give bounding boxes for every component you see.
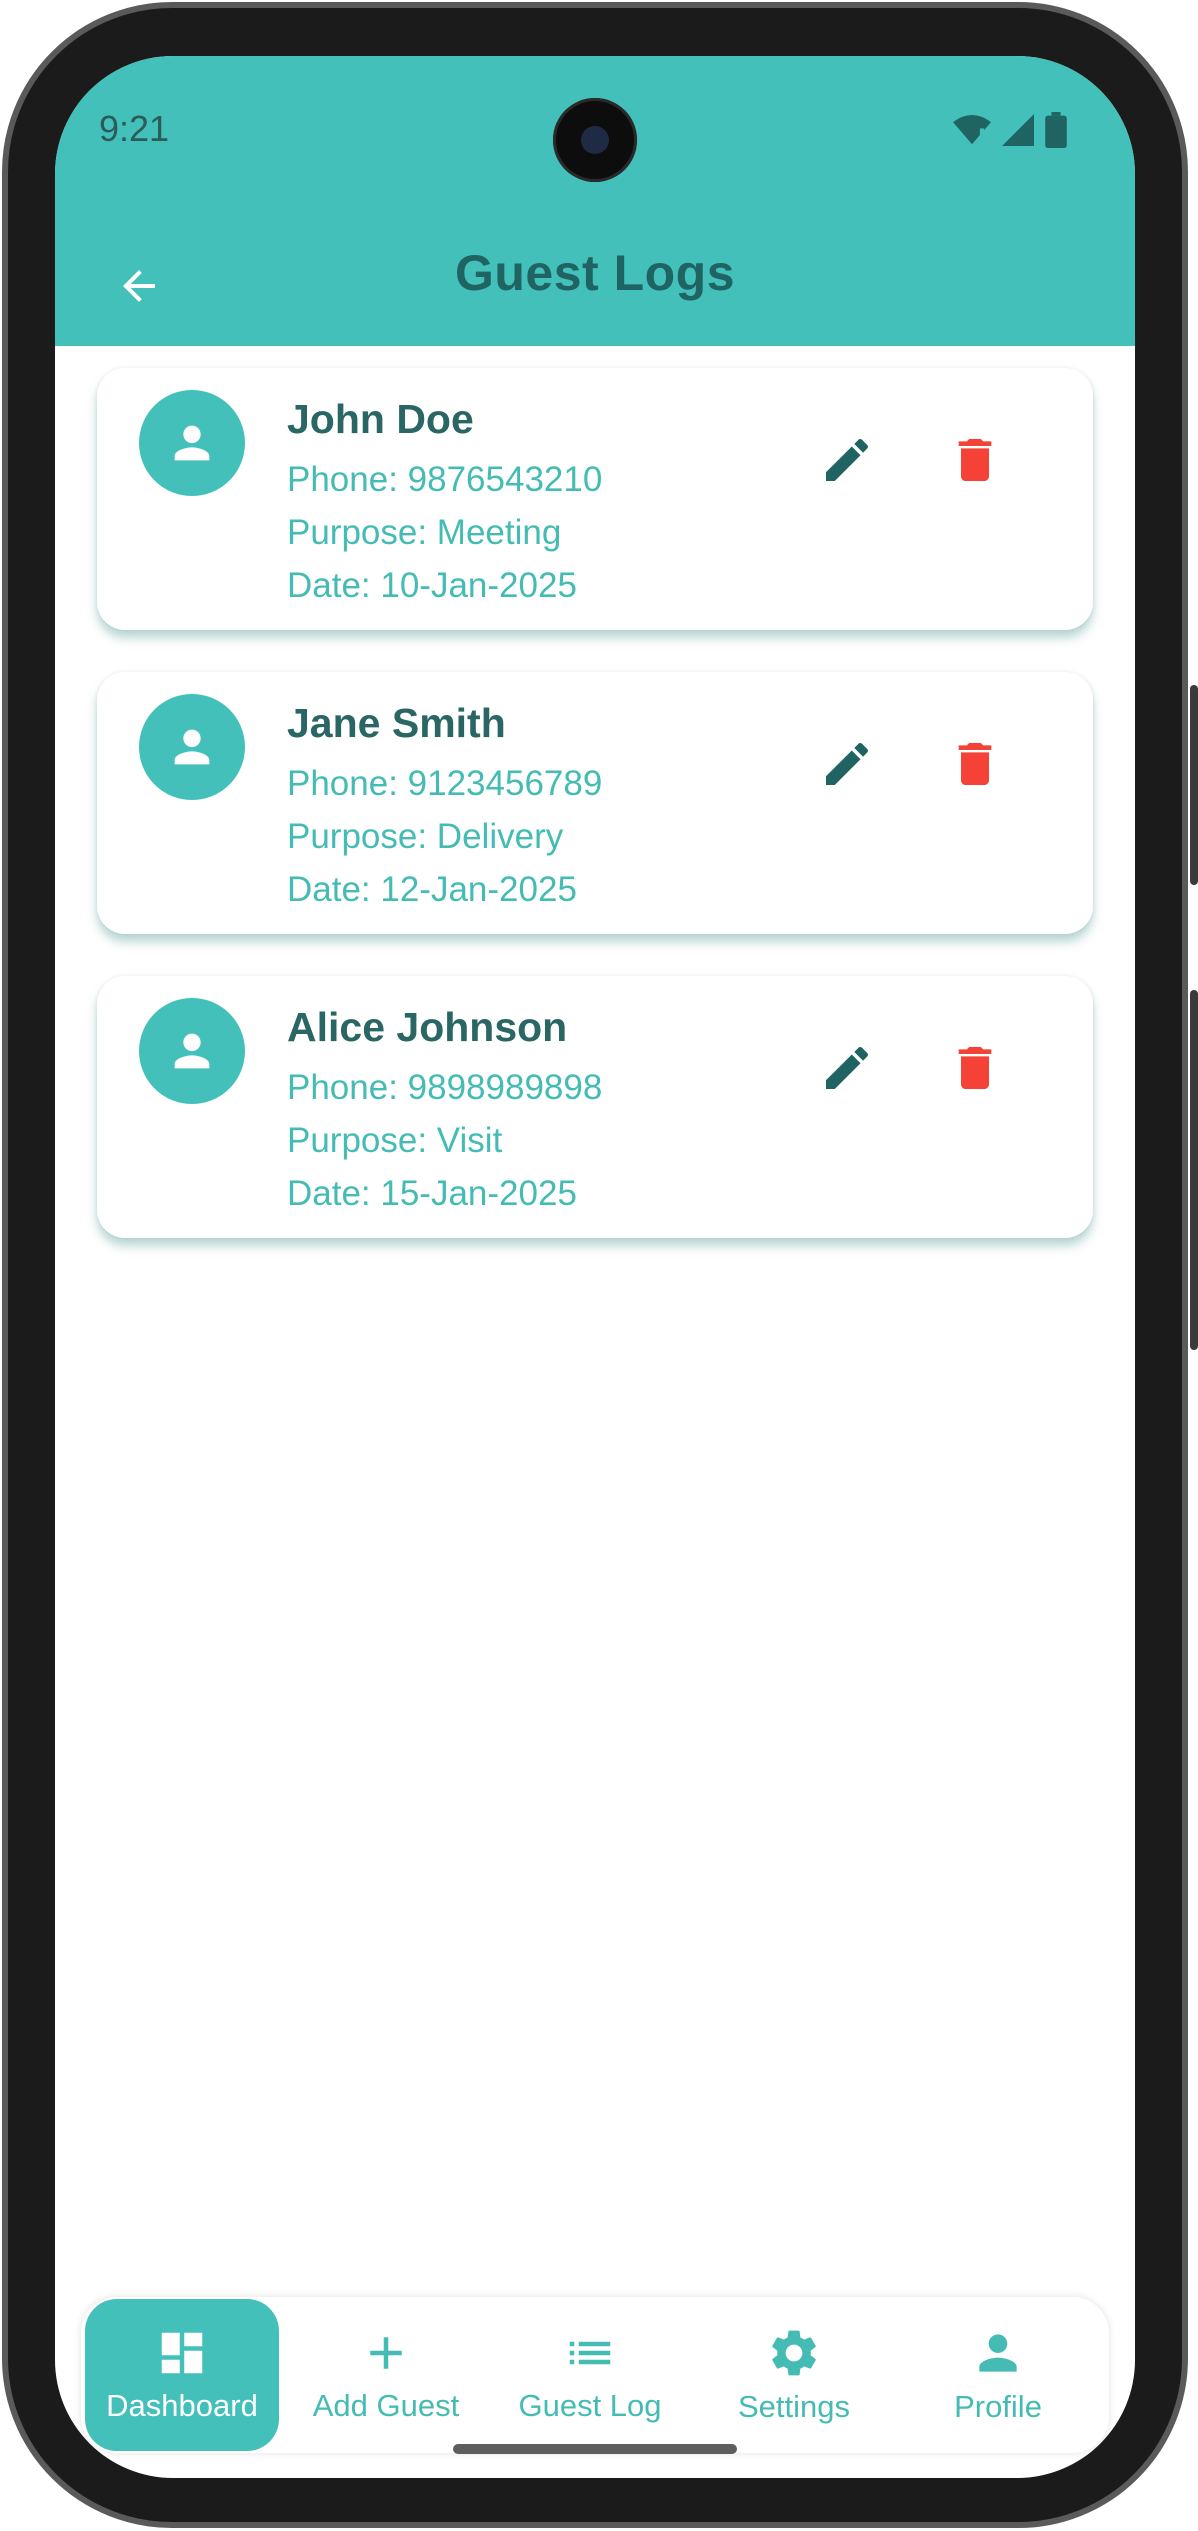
guest-name: Jane Smith <box>287 700 506 746</box>
delete-button[interactable] <box>935 1028 1015 1108</box>
person-icon <box>174 425 210 461</box>
guest-purpose: Purpose: Visit <box>287 1121 503 1160</box>
pencil-icon <box>826 742 869 785</box>
nav-label: Add Guest <box>312 2388 460 2423</box>
power-button <box>1190 990 1198 1350</box>
guest-date: Date: 10-Jan-2025 <box>287 566 577 605</box>
delete-button[interactable] <box>935 420 1015 500</box>
nav-label: Dashboard <box>106 2388 258 2423</box>
dashboard-icon <box>161 2332 203 2374</box>
volume-button <box>1190 685 1198 885</box>
gear-icon <box>772 2330 816 2376</box>
battery-icon <box>1045 112 1067 148</box>
nav-item-guest-log[interactable]: Guest Log <box>493 2299 687 2451</box>
nav-label: Profile <box>954 2389 1042 2424</box>
person-icon <box>174 1033 210 1069</box>
guest-date: Date: 15-Jan-2025 <box>287 1174 577 1213</box>
edit-button[interactable] <box>807 420 887 500</box>
phone-frame: 9:21 Guest Logs John Doe Phone: 98765432… <box>0 0 1198 2531</box>
nav-item-add-guest[interactable]: Add Guest <box>289 2299 483 2451</box>
guest-phone: Phone: 9876543210 <box>287 460 603 499</box>
app-bar: 9:21 Guest Logs <box>55 56 1135 346</box>
trash-icon <box>958 743 992 785</box>
front-camera <box>553 98 637 182</box>
nav-item-settings[interactable]: Settings <box>697 2299 891 2451</box>
signal-icon <box>1002 114 1034 146</box>
plus-icon <box>370 2337 402 2369</box>
bottom-navigation: Dashboard Add Guest Guest Log Settings P… <box>81 2297 1109 2453</box>
nav-label: Settings <box>737 2389 850 2424</box>
nav-item-profile[interactable]: Profile <box>901 2299 1095 2451</box>
status-icons <box>953 112 1067 148</box>
guest-purpose: Purpose: Delivery <box>287 817 564 856</box>
guest-date: Date: 12-Jan-2025 <box>287 870 577 909</box>
guest-card: John Doe Phone: 9876543210 Purpose: Meet… <box>97 368 1093 630</box>
guest-purpose: Purpose: Meeting <box>287 513 562 552</box>
pencil-icon <box>826 438 869 481</box>
person-icon <box>979 2334 1017 2372</box>
guest-card: Alice Johnson Phone: 9898989898 Purpose:… <box>97 976 1093 1238</box>
screen: 9:21 Guest Logs John Doe Phone: 98765432… <box>55 56 1135 2478</box>
person-icon <box>174 729 210 765</box>
trash-icon <box>958 1047 992 1089</box>
guest-phone: Phone: 9898989898 <box>287 1068 603 1107</box>
trash-icon <box>958 439 992 481</box>
guest-name: John Doe <box>287 396 474 442</box>
guest-card: Jane Smith Phone: 9123456789 Purpose: De… <box>97 672 1093 934</box>
avatar <box>139 390 245 496</box>
edit-button[interactable] <box>807 1028 887 1108</box>
pencil-icon <box>826 1046 869 1089</box>
list-icon <box>569 2341 611 2365</box>
guest-phone: Phone: 9123456789 <box>287 764 603 803</box>
nav-label: Guest Log <box>518 2388 662 2423</box>
guest-list: John Doe Phone: 9876543210 Purpose: Meet… <box>97 368 1093 1280</box>
delete-button[interactable] <box>935 724 1015 804</box>
status-time: 9:21 <box>99 108 170 149</box>
wifi-icon <box>953 114 991 145</box>
avatar <box>139 998 245 1104</box>
home-indicator[interactable] <box>453 2444 737 2454</box>
guest-name: Alice Johnson <box>287 1004 568 1050</box>
avatar <box>139 694 245 800</box>
edit-button[interactable] <box>807 724 887 804</box>
nav-item-dashboard[interactable]: Dashboard <box>85 2299 279 2451</box>
page-title: Guest Logs <box>454 245 736 301</box>
